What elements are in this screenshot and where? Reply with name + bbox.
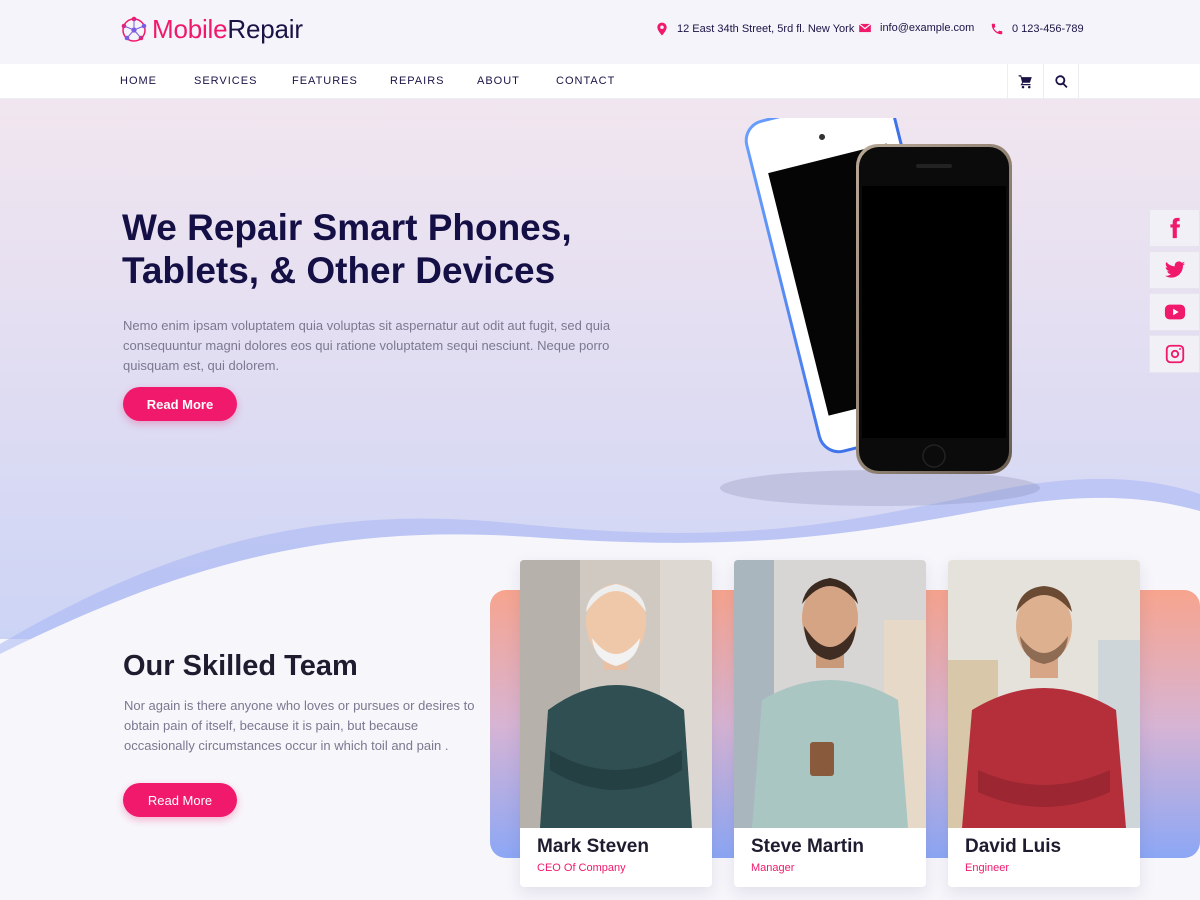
- cart-icon: [1018, 75, 1032, 89]
- team-member-photo: [948, 560, 1140, 828]
- twitter-icon: [1164, 261, 1185, 278]
- twitter-link[interactable]: [1149, 251, 1200, 289]
- instagram-link[interactable]: [1149, 335, 1200, 373]
- contact-phone[interactable]: 0 123-456-789: [990, 22, 1084, 36]
- search-icon: [1054, 75, 1068, 88]
- team-title: Our Skilled Team: [123, 650, 358, 682]
- logo[interactable]: MobileRepair: [120, 14, 303, 45]
- search-button[interactable]: [1043, 64, 1079, 99]
- youtube-icon: [1164, 304, 1185, 320]
- team-card[interactable]: Mark Steven CEO Of Company: [520, 560, 712, 887]
- main-nav: HOME SERVICES FEATURES REPAIRS ABOUT CON…: [0, 64, 1200, 99]
- nav-contact[interactable]: CONTACT: [556, 75, 615, 87]
- phone-icon: [991, 23, 1003, 35]
- address-text: 12 East 34th Street, 5rd fl. New York: [677, 23, 855, 35]
- envelope-icon: [858, 23, 872, 33]
- team-card[interactable]: David Luis Engineer: [948, 560, 1140, 887]
- hero-title: We Repair Smart Phones, Tablets, & Other…: [122, 206, 642, 292]
- hero-description: Nemo enim ipsam voluptatem quia voluptas…: [123, 318, 611, 373]
- team-member-role: Manager: [751, 862, 795, 874]
- brand-name: MobileRepair: [152, 14, 303, 44]
- nav-about[interactable]: ABOUT: [477, 75, 520, 87]
- contact-address: 12 East 34th Street, 5rd fl. New York: [655, 22, 854, 36]
- nav-home[interactable]: HOME: [120, 75, 157, 87]
- email-text: info@example.com: [880, 22, 975, 34]
- instagram-icon: [1165, 344, 1184, 364]
- nav-features[interactable]: FEATURES: [292, 75, 358, 87]
- team-member-role: CEO Of Company: [537, 862, 626, 874]
- top-header: MobileRepair 12 East 34th Street, 5rd fl…: [0, 0, 1200, 64]
- logo-icon: [121, 16, 147, 42]
- team-description: Nor again is there anyone who loves or p…: [124, 698, 475, 753]
- team-member-photo: [734, 560, 926, 828]
- contact-email[interactable]: info@example.com: [858, 21, 974, 35]
- team-member-role: Engineer: [965, 862, 1010, 874]
- team-read-more-button[interactable]: Read More: [123, 783, 237, 817]
- nav-services[interactable]: SERVICES: [194, 75, 257, 87]
- hero-title-line1: We Repair Smart Phones,: [122, 207, 572, 248]
- cart-button[interactable]: [1007, 64, 1043, 99]
- facebook-link[interactable]: [1149, 209, 1200, 247]
- phones-illustration: [720, 118, 1040, 506]
- team-member-name: David Luis: [965, 836, 1062, 857]
- nav-repairs[interactable]: REPAIRS: [390, 75, 444, 87]
- team-card[interactable]: Steve Martin Manager: [734, 560, 926, 887]
- youtube-link[interactable]: [1149, 293, 1200, 331]
- hero-title-line2: Tablets, & Other Devices: [122, 250, 556, 291]
- map-pin-icon: [657, 22, 667, 36]
- facebook-icon: [1169, 217, 1180, 239]
- team-member-photo: [520, 560, 712, 828]
- phone-text: 0 123-456-789: [1012, 23, 1084, 35]
- team-member-name: Mark Steven: [537, 836, 649, 857]
- team-member-name: Steve Martin: [751, 836, 864, 857]
- hero-read-more-button[interactable]: Read More: [123, 387, 237, 421]
